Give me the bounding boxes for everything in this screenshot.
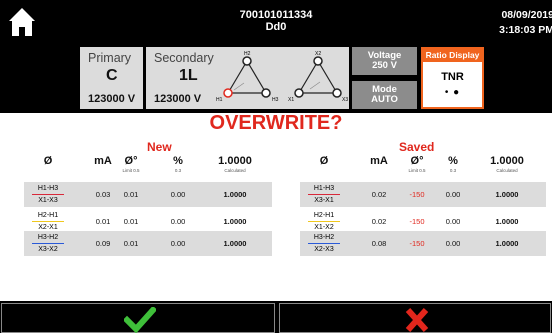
col-pct: %	[448, 155, 458, 167]
col-deg: Ø°	[124, 155, 138, 167]
time-text: 3:18:03 PM	[499, 24, 552, 36]
phase-pair: H3-H2 X3-X2	[30, 233, 66, 254]
secondary-delta-diagram: X2 X1 X3	[288, 51, 348, 103]
ratio-value: 1.0000	[223, 239, 247, 248]
ratio-value: 1.0000	[223, 190, 247, 199]
table-row: H3-H2 X2-X3 0.08 -150 0.00 1.0000	[300, 231, 546, 256]
phase-pair: H2-H1 X1-X2	[306, 211, 342, 232]
deg-value: -150	[409, 190, 425, 199]
pct-value: 0.00	[445, 239, 461, 248]
phase-pair: H3-H2 X2-X3	[306, 233, 342, 254]
phase-bottom: X3-X2	[38, 246, 58, 253]
ma-value: 0.09	[95, 239, 111, 248]
phase-bottom: X3-X1	[314, 197, 334, 204]
secondary-connection: 1L	[179, 67, 198, 84]
col-phase: Ø	[43, 155, 53, 167]
col-ratio-sub: Calculated	[496, 168, 518, 173]
voltage-label: Voltage	[367, 50, 402, 61]
mode-button[interactable]: Mode AUTO	[352, 81, 417, 109]
table-row: H1-H3 X3-X1 0.02 -150 0.00 1.0000	[300, 182, 546, 207]
ma-value: 0.08	[371, 239, 387, 248]
terminal-h3: H3	[272, 97, 279, 103]
phase-top: H3-H2	[37, 234, 59, 241]
phase-bottom: X2-X3	[314, 246, 334, 253]
ratio-display-label: Ratio Display	[423, 49, 482, 62]
col-ratio-sub: Calculated	[224, 168, 246, 173]
deg-value: 0.01	[123, 190, 139, 199]
deg-value: -150	[409, 239, 425, 248]
col-ratio: 1.0000	[218, 155, 252, 167]
primary-connection: C	[106, 67, 118, 84]
pct-value: 0.00	[170, 239, 186, 248]
secondary-panel[interactable]: Secondary 1L 123000 V H2 H1 H3 X2 X1 X3	[146, 47, 349, 109]
terminal-h1: H1	[216, 97, 223, 103]
phase-top: H2-H1	[37, 212, 59, 219]
col-deg: Ø°	[410, 155, 424, 167]
primary-delta-diagram: H2 H1 H3	[216, 51, 279, 103]
phase-bottom: X1-X3	[38, 197, 58, 204]
secondary-voltage: 123000 V	[154, 93, 202, 105]
table-row: H3-H2 X3-X2 0.09 0.01 0.00 1.0000	[24, 231, 272, 256]
checkmark-icon	[124, 307, 156, 333]
phase-top: H2-H1	[313, 212, 335, 219]
phase-top: H1-H3	[313, 185, 335, 192]
pct-value: 0.00	[170, 190, 186, 199]
voltage-button[interactable]: Voltage 250 V	[352, 47, 417, 75]
secondary-label: Secondary	[154, 51, 214, 65]
phase-pair: H1-H3 X1-X3	[30, 184, 66, 205]
ma-value: 0.03	[95, 190, 111, 199]
new-section-label: New	[147, 140, 172, 154]
ratio-display-indicator: • ●	[444, 87, 461, 98]
table-row: H1-H3 X1-X3 0.03 0.01 0.00 1.0000	[24, 182, 272, 207]
col-pct-limit: 0.3	[174, 168, 182, 173]
pct-value: 0.00	[445, 190, 461, 199]
col-pct-limit: 0.3	[449, 168, 457, 173]
phase-top: H3-H2	[313, 234, 335, 241]
mode-value: AUTO	[371, 94, 398, 105]
phase-pair: H2-H1 X2-X1	[30, 211, 66, 232]
terminal-x1: X1	[288, 97, 294, 103]
terminal-x3: X3	[342, 97, 348, 103]
primary-panel[interactable]: Primary C 123000 V	[80, 47, 143, 109]
date-text: 08/09/2019	[501, 9, 552, 21]
phase-top: H1-H3	[37, 185, 59, 192]
ratio-display-button[interactable]: Ratio Display TNR • ●	[421, 47, 484, 109]
mode-label: Mode	[372, 84, 397, 95]
col-pct: %	[173, 155, 183, 167]
deg-value: 0.01	[123, 239, 139, 248]
serial-number: 700101011334	[239, 9, 313, 21]
winding-diagram: H2 H1 H3 X2 X1 X3	[216, 51, 348, 103]
ratio-display-value: TNR	[441, 71, 464, 83]
col-ma: mA	[370, 155, 388, 167]
terminal-h2: H2	[244, 51, 251, 57]
terminal-x2: X2	[315, 51, 321, 57]
col-deg-limit: Limit 0.5	[408, 168, 426, 173]
ma-value: 0.02	[371, 190, 387, 199]
col-phase: Ø	[319, 155, 329, 167]
confirm-button[interactable]	[1, 303, 275, 333]
device-header: 700101011334 Dd0	[0, 9, 552, 33]
close-icon	[405, 307, 429, 333]
top-bar: 700101011334 Dd0 08/09/2019 3:18:03 PM	[0, 0, 552, 44]
col-ma: mA	[94, 155, 112, 167]
vector-group: Dd0	[265, 21, 287, 33]
ratio-value: 1.0000	[495, 190, 519, 199]
primary-label: Primary	[88, 51, 132, 65]
saved-section-label: Saved	[399, 140, 435, 154]
ratio-value: 1.0000	[495, 239, 519, 248]
col-deg-limit: Limit 0.5	[122, 168, 140, 173]
primary-voltage: 123000 V	[88, 93, 136, 105]
col-ratio: 1.0000	[490, 155, 524, 167]
overwrite-title: OVERWRITE?	[209, 112, 343, 134]
datetime: 08/09/2019 3:18:03 PM	[499, 8, 552, 38]
phase-pair: H1-H3 X3-X1	[306, 184, 342, 205]
voltage-value: 250 V	[372, 60, 397, 71]
cancel-button[interactable]	[279, 303, 551, 333]
